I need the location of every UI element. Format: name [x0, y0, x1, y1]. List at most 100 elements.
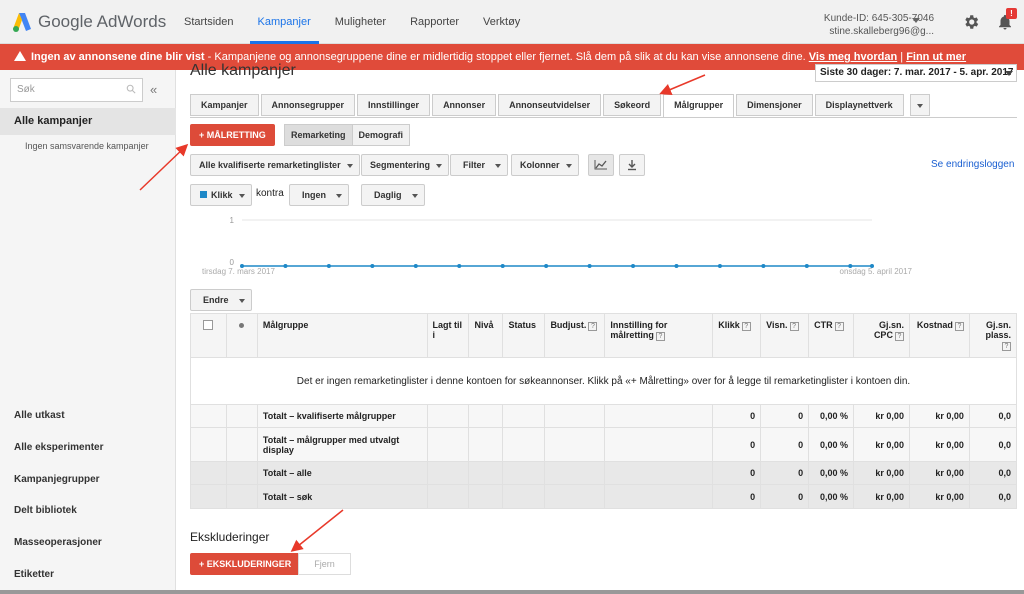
sidebar-item-labels[interactable]: Etiketter	[14, 569, 54, 580]
table-row: Totalt – kvalifiserte målgrupper 0 0 0,0…	[190, 404, 1018, 428]
add-exclusions-button[interactable]: + EKSKLUDERINGER	[190, 553, 301, 575]
remarketing-lists-label: Alle kvalifiserte remarketinglister	[199, 160, 341, 170]
toggle-demographics[interactable]: Demografi	[352, 125, 410, 145]
chevron-down-icon	[346, 164, 353, 168]
add-targeting-button[interactable]: + MÅLRETTING	[190, 124, 275, 146]
col-cost[interactable]: Kostnad?	[908, 313, 970, 358]
change-history-link[interactable]: Se endringsloggen	[931, 159, 1014, 170]
sidebar-item-campaign-groups[interactable]: Kampanjegrupper	[14, 474, 100, 485]
tab-ads[interactable]: Annonser	[432, 94, 497, 116]
col-audience[interactable]: Målgruppe	[256, 313, 428, 358]
account-email: stine.skalleberg96@g...	[829, 26, 934, 37]
account-chevron-down-icon[interactable]	[912, 18, 920, 23]
chart-data-point	[370, 264, 375, 268]
help-icon[interactable]: ?	[954, 322, 964, 331]
help-icon[interactable]: ?	[1002, 342, 1011, 351]
bottom-scrollbar[interactable]	[0, 590, 1024, 594]
main-nav: Startsiden Kampanjer Muligheter Rapporte…	[176, 0, 536, 44]
alert-link-learn-more[interactable]: Finn ut mer	[906, 51, 966, 63]
sidebar-item-bulk-operations[interactable]: Masseoperasjoner	[14, 537, 102, 548]
col-avg-position[interactable]: Gj.sn. plass.?	[968, 313, 1018, 358]
metric-label: Klikk	[211, 190, 233, 200]
tab-display-network[interactable]: Displaynettverk	[814, 94, 904, 116]
chart-toggle-button[interactable]	[588, 154, 614, 176]
remarketing-lists-dropdown[interactable]: Alle kvalifiserte remarketinglister	[190, 154, 360, 176]
line-chart-icon	[594, 160, 607, 170]
row-impressions: 0	[760, 461, 810, 485]
col-bid-adj[interactable]: Budjust.?	[544, 313, 606, 358]
sidebar: Søk « Alle kampanjer Ingen samsvarende k…	[0, 70, 176, 594]
status-dot-icon	[239, 323, 245, 328]
sidebar-item-drafts[interactable]: Alle utkast	[14, 410, 65, 421]
compare-metric-dropdown[interactable]: Ingen	[289, 184, 349, 206]
empty-state-row: Det er ingen remarketinglister i denne k…	[190, 357, 1017, 405]
tab-ad-extensions[interactable]: Annonseutvidelser	[498, 94, 602, 116]
chevron-down-icon	[336, 194, 342, 198]
brand-name: Google AdWords	[38, 12, 167, 31]
col-clicks[interactable]: Klikk?	[712, 313, 762, 358]
segmentation-dropdown[interactable]: Segmentering	[361, 154, 450, 176]
tab-campaigns[interactable]: Kampanjer	[190, 94, 259, 116]
filter-dropdown[interactable]: Filter	[450, 154, 509, 176]
col-level[interactable]: Nivå	[468, 313, 504, 358]
metric-dropdown[interactable]: Klikk	[190, 184, 252, 206]
alert-link-show-how[interactable]: Vis meg hvordan	[809, 51, 897, 63]
help-icon[interactable]: ?	[741, 322, 751, 331]
date-range-label: Siste 30 dager: 7. mar. 2017 - 5. apr. 2…	[820, 67, 1014, 78]
col-ctr[interactable]: CTR?	[808, 313, 855, 358]
tab-settings[interactable]: Innstillinger	[357, 94, 431, 116]
tab-ad-groups[interactable]: Annonsegrupper	[260, 94, 356, 116]
select-all-checkbox-cell[interactable]	[190, 313, 227, 358]
sidebar-item-experiments[interactable]: Alle eksperimenter	[14, 442, 104, 453]
nav-kampanjer[interactable]: Kampanjer	[249, 0, 319, 44]
columns-dropdown[interactable]: Kolonner	[511, 154, 579, 176]
col-targeting-setting[interactable]: Innstilling for målretting?	[604, 313, 714, 358]
download-button[interactable]	[619, 154, 645, 176]
tab-audiences[interactable]: Målgrupper	[663, 94, 735, 118]
col-added-to-label: Lagt til i	[432, 320, 463, 340]
sidebar-search-input[interactable]: Søk	[10, 78, 143, 102]
help-icon[interactable]: ?	[834, 322, 844, 331]
select-all-checkbox[interactable]	[203, 320, 214, 330]
arrow-to-malgrupper-tab	[659, 74, 706, 96]
tab-keywords[interactable]: Søkeord	[603, 94, 662, 116]
chart-x-end-label: onsdag 5. april 2017	[840, 267, 913, 276]
col-avg-cpc[interactable]: Gj.sn. CPC?	[853, 313, 910, 358]
warning-icon	[14, 51, 26, 61]
adwords-logo[interactable]: Google AdWords	[12, 9, 166, 35]
help-icon[interactable]: ?	[789, 322, 799, 331]
col-impressions[interactable]: Visn.?	[760, 313, 810, 358]
row-clicks: 0	[712, 484, 762, 509]
col-status[interactable]: Status	[502, 313, 546, 358]
row-impressions: 0	[760, 427, 810, 462]
nav-rapporter[interactable]: Rapporter	[402, 0, 467, 44]
help-icon[interactable]: ?	[655, 332, 665, 341]
help-icon[interactable]: ?	[894, 332, 904, 341]
tab-more-dropdown[interactable]	[909, 94, 930, 116]
sidebar-item-shared-library[interactable]: Delt bibliotek	[14, 505, 77, 516]
nav-verktoy[interactable]: Verktøy	[475, 0, 528, 44]
chart-data-point	[457, 264, 462, 268]
toggle-remarketing[interactable]: Remarketing	[285, 125, 353, 145]
date-range-select[interactable]: Siste 30 dager: 7. mar. 2017 - 5. apr. 2…	[815, 64, 1017, 82]
nav-startsiden[interactable]: Startsiden	[176, 0, 242, 44]
nav-muligheter[interactable]: Muligheter	[327, 0, 394, 44]
adwords-logo-icon	[13, 13, 31, 32]
collapse-sidebar-icon[interactable]: «	[150, 82, 157, 97]
help-icon[interactable]: ?	[588, 322, 598, 331]
col-added-to[interactable]: Lagt til i	[426, 313, 470, 358]
tab-dimensions[interactable]: Dimensjoner	[736, 94, 813, 116]
chart-y-tick-label: 1	[230, 216, 235, 225]
sidebar-item-all-campaigns[interactable]: Alle kampanjer	[0, 108, 176, 135]
edit-dropdown[interactable]: Endre	[190, 289, 252, 311]
row-impressions: 0	[760, 404, 810, 428]
account-info[interactable]: Kunde-ID: 645-305-7046 stine.skalleberg9…	[824, 12, 934, 38]
chart-data-point	[804, 264, 809, 268]
row-avg-position: 0,0	[968, 404, 1018, 428]
remove-button[interactable]: Fjern	[298, 553, 351, 575]
empty-state-message: Det er ingen remarketinglister i denne k…	[190, 357, 1017, 405]
search-icon	[126, 84, 136, 94]
tab-divider	[190, 117, 1017, 118]
gear-icon[interactable]	[962, 13, 980, 31]
period-dropdown[interactable]: Daglig	[361, 184, 425, 206]
